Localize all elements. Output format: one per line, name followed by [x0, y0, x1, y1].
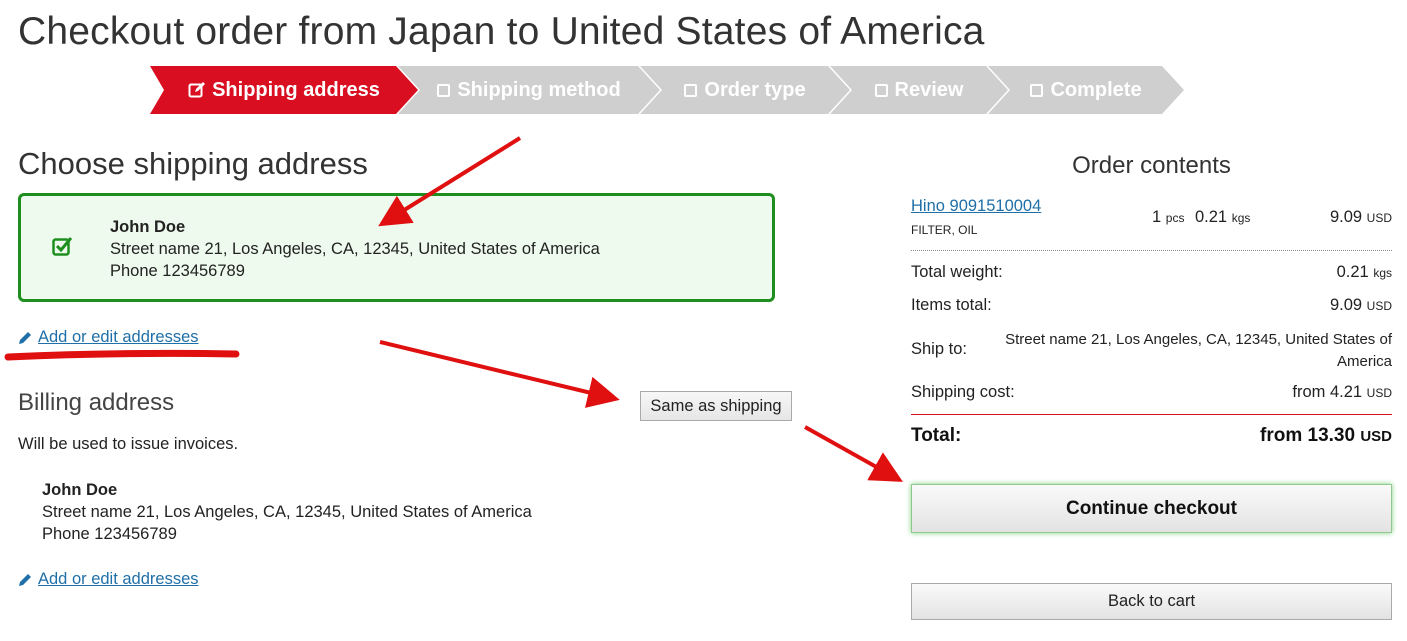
- same-as-shipping-button[interactable]: Same as shipping: [640, 391, 792, 421]
- items-total-value: 9.09 USD: [1330, 296, 1392, 315]
- step-order-type[interactable]: Order type: [640, 66, 850, 114]
- continue-checkout-button[interactable]: Continue checkout: [911, 484, 1392, 533]
- step-label: Order type: [704, 78, 806, 101]
- weight-value: 0.21: [1195, 208, 1228, 226]
- items-total-currency: USD: [1366, 299, 1392, 313]
- shipping-cost-value: from 4.21 USD: [1292, 383, 1392, 402]
- items-total-number: 9.09: [1329, 296, 1363, 314]
- checkbox-icon: [684, 84, 697, 97]
- price-value: 9.09: [1329, 208, 1363, 226]
- item-part-link[interactable]: Hino 9091510004: [911, 197, 1041, 216]
- shipping-cost-label: Shipping cost:: [911, 383, 1015, 401]
- billing-note: Will be used to issue invoices.: [18, 435, 239, 453]
- qty-value: 1: [1152, 208, 1162, 226]
- annotation-arrow: [804, 425, 903, 482]
- address-name: John Doe: [110, 218, 186, 236]
- checkbox-icon: [1030, 84, 1043, 97]
- total-divider: [911, 414, 1392, 415]
- total-weight-label: Total weight:: [911, 263, 1003, 281]
- shipping-cost-number: from 4.21: [1292, 383, 1363, 401]
- total-number: from 13.30: [1260, 425, 1356, 446]
- weight-unit: kgs: [1231, 211, 1251, 225]
- pencil-icon: [19, 573, 31, 586]
- address-street: Street name 21, Los Angeles, CA, 12345, …: [42, 503, 532, 521]
- address-phone: Phone 123456789: [42, 525, 177, 543]
- link-label: Add or edit addresses: [38, 570, 199, 588]
- ship-to-label: Ship to:: [911, 340, 967, 358]
- item-price: 9.09 USD: [1330, 208, 1392, 227]
- total-weight-unit: kgs: [1373, 266, 1392, 280]
- price-currency: USD: [1366, 211, 1392, 225]
- item-description: FILTER, OIL: [911, 223, 978, 237]
- billing-address-details: John Doe Street name 21, Los Angeles, CA…: [42, 479, 532, 545]
- add-edit-billing-addresses-link[interactable]: Add or edit addresses: [18, 570, 199, 589]
- annotation-arrow: [379, 340, 620, 408]
- address-street: Street name 21, Los Angeles, CA, 12345, …: [110, 240, 600, 258]
- step-shipping-method[interactable]: Shipping method: [398, 66, 660, 114]
- item-weight: 0.21 kgs: [1195, 208, 1250, 227]
- annotation-underline: [4, 349, 240, 361]
- step-label: Shipping method: [457, 78, 621, 101]
- back-to-cart-button[interactable]: Back to cart: [911, 583, 1392, 620]
- divider: [911, 250, 1392, 251]
- selected-shipping-address-card[interactable]: John Doe Street name 21, Los Angeles, CA…: [18, 193, 775, 302]
- shipping-section-title: Choose shipping address: [18, 146, 368, 181]
- billing-section-title: Billing address: [18, 389, 175, 416]
- step-review[interactable]: Review: [830, 66, 1008, 114]
- total-weight-number: 0.21: [1336, 263, 1369, 281]
- total-label: Total:: [911, 425, 962, 446]
- address-phone: Phone 123456789: [110, 262, 245, 280]
- item-quantity: 1 pcs: [1152, 208, 1184, 227]
- qty-unit: pcs: [1165, 211, 1185, 225]
- order-contents-title: Order contents: [1072, 152, 1231, 179]
- checkbox-icon: [875, 84, 888, 97]
- total-value: from 13.30 USD: [1260, 425, 1392, 447]
- step-complete[interactable]: Complete: [988, 66, 1184, 114]
- checkbox-icon: [437, 84, 450, 97]
- step-label: Shipping address: [212, 78, 380, 101]
- add-edit-shipping-addresses-link[interactable]: Add or edit addresses: [18, 328, 199, 347]
- total-currency: USD: [1360, 428, 1392, 445]
- pencil-icon: [19, 331, 31, 344]
- step-label: Review: [894, 78, 964, 101]
- step-label: Complete: [1050, 78, 1142, 101]
- total-weight-value: 0.21 kgs: [1337, 263, 1392, 282]
- link-label: Add or edit addresses: [38, 328, 199, 346]
- ship-to-value: Street name 21, Los Angeles, CA, 12345, …: [1005, 331, 1392, 370]
- items-total-label: Items total:: [911, 296, 992, 314]
- checked-checkbox-icon: [52, 237, 72, 256]
- shipping-address-details: John Doe Street name 21, Los Angeles, CA…: [110, 216, 600, 282]
- edit-icon: [188, 81, 206, 99]
- step-shipping-address[interactable]: Shipping address: [150, 66, 418, 114]
- page-title: Checkout order from Japan to United Stat…: [18, 10, 985, 53]
- address-name: John Doe: [42, 481, 118, 499]
- shipping-cost-currency: USD: [1366, 386, 1392, 400]
